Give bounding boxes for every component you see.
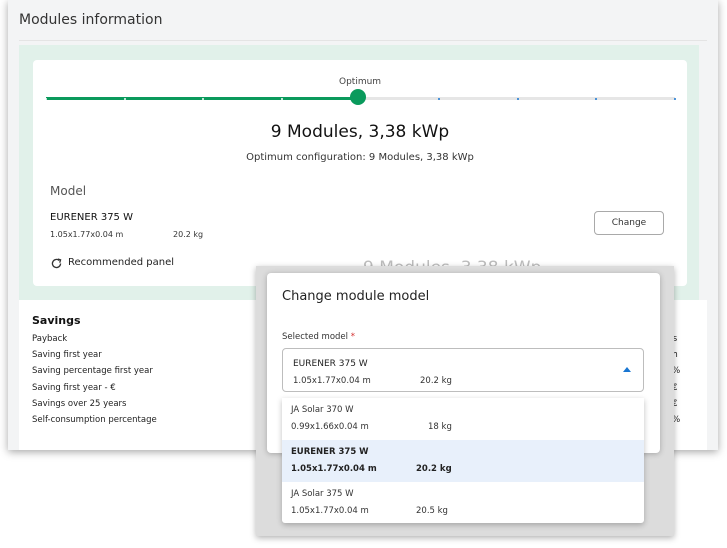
savings-row-label: Payback bbox=[32, 334, 68, 344]
title-divider bbox=[19, 40, 707, 41]
option-dimensions: 0.99x1.66x0.04 m bbox=[291, 422, 369, 432]
savings-title: Savings bbox=[32, 314, 81, 327]
selected-model-label: Selected model * bbox=[282, 332, 355, 342]
option-name: EURENER 375 W bbox=[291, 447, 369, 457]
slider-tick bbox=[45, 98, 47, 100]
option-weight: 20.5 kg bbox=[416, 506, 448, 516]
page-title: Modules information bbox=[19, 12, 163, 28]
option-dimensions: 1.05x1.77x0.04 m bbox=[291, 464, 377, 474]
required-mark: * bbox=[350, 332, 355, 342]
option-dimensions: 1.05x1.77x0.04 m bbox=[291, 506, 369, 516]
selected-model-weight: 20.2 kg bbox=[420, 376, 452, 386]
model-weight: 20.2 kg bbox=[173, 230, 204, 239]
selected-model-name: EURENER 375 W bbox=[293, 359, 368, 369]
model-name: EURENER 375 W bbox=[50, 212, 133, 223]
slider-thumb[interactable] bbox=[350, 89, 366, 105]
model-heading: Model bbox=[50, 184, 87, 198]
option-name: JA Solar 370 W bbox=[291, 405, 354, 415]
model-select[interactable]: EURENER 375 W 1.05x1.77x0.04 m 20.2 kg bbox=[282, 348, 644, 392]
option-weight: 20.2 kg bbox=[416, 464, 452, 474]
savings-row-label: Self-consumption percentage bbox=[32, 415, 157, 425]
dialog-title: Change module model bbox=[282, 289, 430, 304]
refresh-icon[interactable] bbox=[50, 257, 63, 270]
option-weight: 18 kg bbox=[428, 422, 452, 432]
optimum-configuration: Optimum configuration: 9 Modules, 3,38 k… bbox=[246, 152, 474, 163]
model-option-selected[interactable]: EURENER 375 W 1.05x1.77x0.04 m 20.2 kg bbox=[282, 440, 644, 482]
slider-tick bbox=[516, 98, 519, 100]
model-dropdown-list: JA Solar 370 W 0.99x1.66x0.04 m 18 kg EU… bbox=[282, 398, 644, 523]
slider-tick bbox=[674, 98, 676, 100]
slider-tick bbox=[123, 98, 126, 100]
option-name: JA Solar 375 W bbox=[291, 489, 354, 499]
modules-summary: 9 Modules, 3,38 kWp bbox=[270, 122, 450, 142]
optimum-label: Optimum bbox=[339, 77, 382, 87]
change-model-button[interactable]: Change bbox=[594, 211, 664, 235]
savings-row-label: Saving first year bbox=[32, 350, 102, 360]
caret-up-icon[interactable] bbox=[623, 367, 631, 372]
modules-card: Optimum 9 Modules, 3,38 kWp Optimum conf… bbox=[33, 60, 687, 286]
savings-row-label: Saving first year - € bbox=[32, 383, 116, 393]
savings-row-label: Saving percentage first year bbox=[32, 366, 153, 376]
slider-tick bbox=[280, 98, 283, 100]
savings-row-label: Savings over 25 years bbox=[32, 399, 127, 409]
recommended-panel-link[interactable]: Recommended panel bbox=[68, 257, 174, 268]
model-dimensions: 1.05x1.77x0.04 m bbox=[50, 230, 124, 239]
selected-model-label-text: Selected model bbox=[282, 332, 349, 342]
model-option[interactable]: JA Solar 375 W 1.05x1.77x0.04 m 20.5 kg bbox=[282, 482, 644, 524]
selected-model-dimensions: 1.05x1.77x0.04 m bbox=[293, 376, 371, 386]
model-option[interactable]: JA Solar 370 W 0.99x1.66x0.04 m 18 kg bbox=[282, 398, 644, 440]
